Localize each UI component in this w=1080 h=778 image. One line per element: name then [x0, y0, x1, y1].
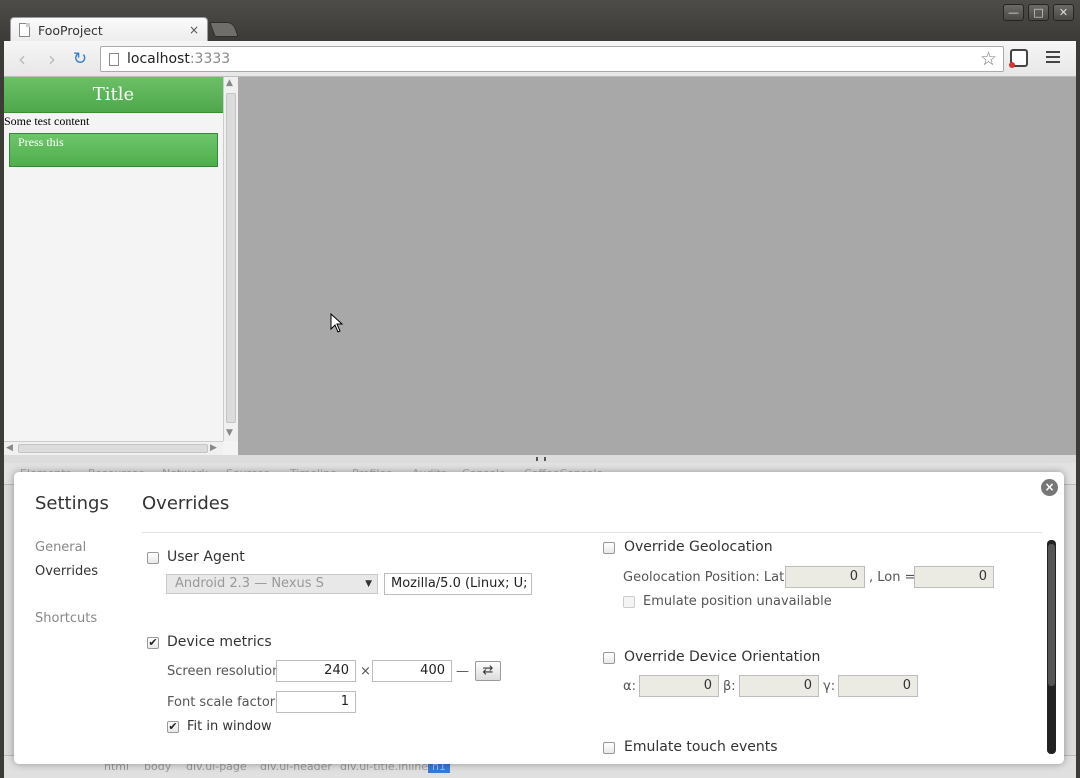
forward-button[interactable]: › — [40, 47, 64, 71]
horizontal-scrollbar[interactable]: ◀ ▶ — [4, 441, 223, 455]
page-viewport: Title Some test content Press this ▲ ▼ ◀… — [4, 77, 1076, 455]
panel-title: Overrides — [142, 493, 230, 514]
beta-input[interactable]: 0 — [739, 675, 819, 697]
longitude-input[interactable]: 0 — [914, 566, 994, 588]
press-this-button[interactable]: Press this — [9, 133, 218, 167]
fit-in-window-label: Fit in window — [187, 719, 272, 734]
devtools-resize-handle[interactable] — [536, 457, 546, 461]
emulate-position-unavailable-checkbox[interactable] — [623, 596, 635, 608]
panel-divider — [142, 532, 1042, 533]
override-orientation-label: Override Device Orientation — [624, 649, 821, 665]
settings-scroll-thumb[interactable] — [1048, 544, 1055, 686]
vertical-scrollbar[interactable]: ▲ ▼ — [223, 77, 238, 441]
gamma-label: γ: — [823, 679, 836, 694]
times-sign: × — [360, 664, 371, 679]
geolocation-position-label: Geolocation Position: Lat = — [623, 570, 800, 585]
alpha-input[interactable]: 0 — [639, 675, 719, 697]
page-text: Some test content — [4, 114, 90, 128]
latitude-input[interactable]: 0 — [785, 566, 865, 588]
override-geolocation-checkbox[interactable] — [603, 542, 615, 554]
settings-nav-shortcuts[interactable]: Shortcuts — [35, 611, 97, 626]
swap-dimensions-button[interactable]: ⇄ — [475, 661, 501, 681]
user-agent-label: User Agent — [167, 549, 245, 565]
horizontal-scroll-thumb[interactable] — [18, 444, 208, 453]
tab-title: FooProject — [38, 22, 103, 38]
alpha-label: α: — [623, 679, 636, 694]
minimize-button[interactable]: — — [1003, 4, 1024, 21]
settings-scrollbar[interactable] — [1047, 540, 1056, 754]
reload-button[interactable]: ↻ — [68, 47, 92, 71]
longitude-label: , Lon = — [869, 570, 916, 585]
vertical-scroll-thumb[interactable] — [226, 93, 236, 423]
dropdown-arrow-icon: ▼ — [365, 579, 372, 589]
scroll-right-icon[interactable]: ▶ — [210, 443, 217, 453]
emulated-device-frame: Title Some test content Press this ▲ ▼ ◀… — [4, 77, 238, 455]
page-header: Title — [4, 77, 223, 113]
gamma-input[interactable]: 0 — [838, 675, 918, 697]
url-port: :3333 — [189, 51, 231, 67]
browser-tab[interactable]: FooProject × — [10, 17, 208, 42]
device-metrics-label: Device metrics — [167, 634, 272, 650]
font-scale-input[interactable]: 1 — [276, 691, 356, 713]
dash-separator: — — [456, 664, 469, 679]
screen-resolution-label: Screen resolution: — [167, 664, 285, 679]
window-controls: — □ ✕ — [1003, 4, 1074, 21]
settings-nav-general[interactable]: General — [35, 540, 86, 555]
device-metrics-checkbox[interactable]: ✔ — [147, 637, 159, 649]
scroll-down-icon[interactable]: ▼ — [226, 428, 233, 438]
address-bar[interactable]: localhost :3333 ☆ — [100, 46, 1004, 72]
beta-label: β: — [723, 679, 736, 694]
user-agent-checkbox[interactable] — [147, 552, 159, 564]
close-icon[interactable]: × — [1041, 479, 1058, 496]
mouse-cursor-icon — [330, 313, 344, 333]
user-agent-select[interactable]: Android 2.3 — Nexus S ▼ — [166, 574, 378, 594]
scroll-left-icon[interactable]: ◀ — [6, 443, 13, 453]
user-agent-input[interactable]: Mozilla/5.0 (Linux; U; Android 2.3.6; en… — [384, 573, 532, 595]
bookmark-star-icon[interactable]: ☆ — [980, 48, 997, 70]
maximize-button[interactable]: □ — [1028, 4, 1049, 21]
back-button[interactable]: ‹ — [10, 47, 34, 71]
override-geolocation-label: Override Geolocation — [624, 539, 773, 555]
fit-in-window-checkbox[interactable]: ✔ — [167, 721, 179, 733]
resolution-height-input[interactable]: 400 — [372, 660, 452, 682]
tab-close-icon[interactable]: × — [189, 23, 199, 37]
new-tab-button[interactable] — [209, 22, 239, 37]
resolution-width-input[interactable]: 240 — [276, 660, 356, 682]
emulate-touch-checkbox[interactable] — [603, 742, 615, 754]
emulate-touch-label: Emulate touch events — [624, 739, 778, 755]
page-icon — [109, 52, 119, 66]
close-window-button[interactable]: ✕ — [1053, 4, 1074, 21]
settings-nav-overrides[interactable]: Overrides — [35, 564, 98, 579]
scroll-up-icon[interactable]: ▲ — [226, 78, 233, 88]
window-titlebar: FooProject × — □ ✕ — [0, 0, 1080, 42]
override-orientation-checkbox[interactable] — [603, 652, 615, 664]
browser-toolbar: ‹ › ↻ localhost :3333 ☆ — [4, 41, 1076, 77]
settings-dialog: × Settings General Overrides Shortcuts O… — [14, 472, 1064, 764]
font-scale-label: Font scale factor: — [167, 695, 280, 710]
settings-title: Settings — [35, 493, 109, 514]
user-agent-selected: Android 2.3 — Nexus S — [175, 576, 324, 591]
emulate-position-unavailable-label: Emulate position unavailable — [643, 594, 832, 609]
extension-icon[interactable] — [1009, 49, 1028, 68]
hamburger-menu-icon[interactable] — [1046, 51, 1060, 66]
page-favicon-icon — [19, 23, 30, 37]
url-host: localhost — [127, 51, 190, 67]
